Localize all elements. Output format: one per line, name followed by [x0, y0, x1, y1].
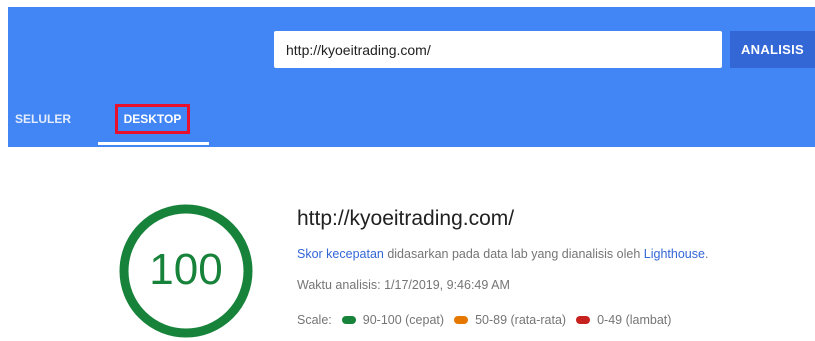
analyze-button[interactable]: ANALISIS — [730, 31, 815, 68]
url-input[interactable] — [274, 31, 722, 68]
description-text: didasarkan pada data lab yang dianalisis… — [383, 247, 644, 261]
tab-mobile[interactable]: SELULER — [15, 104, 71, 134]
average-swatch-icon — [454, 316, 469, 324]
analysis-timestamp: Waktu analisis: 1/17/2019, 9:46:49 AM — [297, 278, 510, 292]
scale-label: Scale: — [297, 313, 332, 327]
tab-desktop[interactable]: DESKTOP — [115, 104, 190, 134]
speed-score-link[interactable]: Skor kecepatan — [297, 247, 384, 261]
scale-item-fast: 90-100 (cepat) — [341, 313, 445, 327]
slow-swatch-icon — [576, 316, 591, 324]
description-end: . — [704, 247, 709, 261]
lighthouse-link[interactable]: Lighthouse — [644, 247, 705, 261]
fast-swatch-icon — [341, 316, 356, 324]
scale-item-label: 0-49 (lambat) — [597, 313, 672, 327]
active-tab-indicator — [98, 142, 209, 145]
scale-item-slow: 0-49 (lambat) — [576, 313, 671, 327]
scale-item-label: 90-100 (cepat) — [362, 313, 445, 327]
scale-item-average: 50-89 (rata-rata) — [454, 313, 566, 327]
score-scale-legend: Scale: 90-100 (cepat) 50-89 (rata-rata) … — [297, 311, 671, 329]
result-url: http://kyoeitrading.com/ — [297, 207, 515, 230]
score-value: 100 — [149, 245, 223, 294]
scale-item-label: 50-89 (rata-rata) — [475, 313, 567, 327]
score-description: Skor kecepatan didasarkan pada data lab … — [297, 247, 708, 261]
